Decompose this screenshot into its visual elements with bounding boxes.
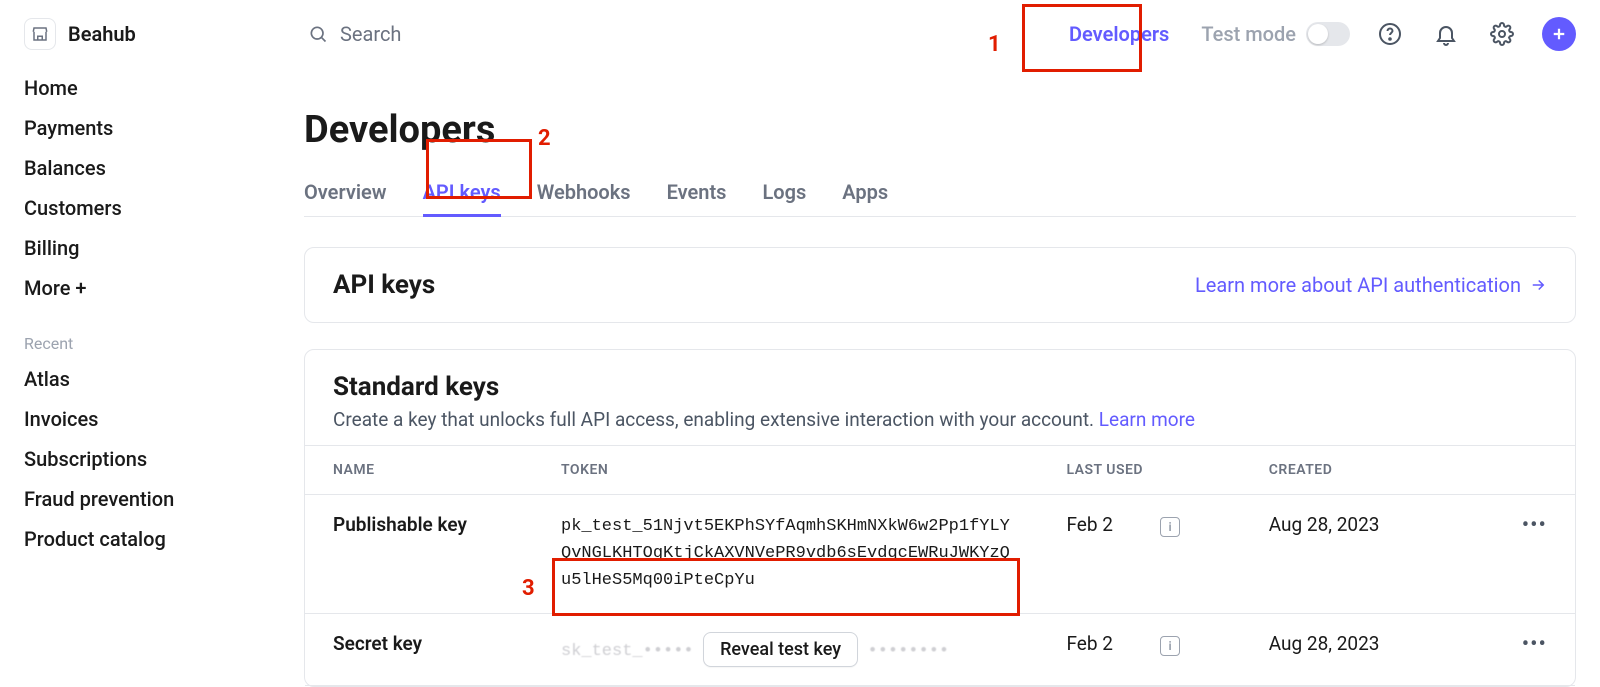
toggle-icon (1306, 22, 1350, 46)
sidebar-recent-atlas[interactable]: Atlas (24, 359, 256, 399)
table-row: Secret key sk_test_••••• Reveal test key… (305, 613, 1575, 685)
key-name: Publishable key (305, 495, 533, 614)
nav-developers[interactable]: Developers (1061, 16, 1177, 52)
search-placeholder: Search (340, 22, 401, 46)
standard-keys-card: Standard keys Create a key that unlocks … (304, 349, 1576, 687)
secret-mask: sk_test_••••• (561, 642, 694, 661)
last-used: Feb 2 i (1038, 613, 1240, 685)
gear-icon[interactable] (1486, 18, 1518, 50)
sidebar-recent-catalog[interactable]: Product catalog (24, 519, 256, 559)
tab-api-keys[interactable]: API keys (423, 170, 501, 217)
sidebar: Home Payments Balances Customers Billing… (0, 68, 280, 687)
col-name: NAME (305, 446, 533, 495)
sidebar-item-balances[interactable]: Balances (24, 148, 256, 188)
tab-events[interactable]: Events (667, 170, 727, 216)
info-icon[interactable]: i (1160, 517, 1180, 537)
sidebar-recent-fraud[interactable]: Fraud prevention (24, 479, 256, 519)
arrow-right-icon (1529, 276, 1547, 294)
brand[interactable]: Beahub (24, 18, 284, 50)
sidebar-item-billing[interactable]: Billing (24, 228, 256, 268)
brand-name: Beahub (68, 22, 136, 46)
tab-logs[interactable]: Logs (762, 170, 806, 216)
keys-table: NAME TOKEN LAST USED CREATED Publishable… (305, 445, 1575, 686)
bell-icon[interactable] (1430, 18, 1462, 50)
tab-apps[interactable]: Apps (842, 170, 888, 216)
sidebar-recent-header: Recent (24, 308, 256, 359)
tab-webhooks[interactable]: Webhooks (537, 170, 631, 216)
help-icon[interactable] (1374, 18, 1406, 50)
sidebar-item-customers[interactable]: Customers (24, 188, 256, 228)
learn-api-auth-link[interactable]: Learn more about API authentication (1195, 273, 1547, 297)
col-last-used: LAST USED (1038, 446, 1240, 495)
key-name: Secret key (305, 613, 533, 685)
more-icon[interactable]: ••• (1522, 513, 1547, 538)
col-token: TOKEN (533, 446, 1038, 495)
reveal-test-key-button[interactable]: Reveal test key (703, 632, 858, 667)
sidebar-item-home[interactable]: Home (24, 68, 256, 108)
tabs: Overview API keys Webhooks Events Logs A… (304, 170, 1576, 217)
search-input[interactable]: Search (308, 22, 1037, 46)
created: Aug 28, 2023 (1241, 495, 1494, 614)
api-keys-card: API keys Learn more about API authentica… (304, 247, 1576, 323)
more-icon[interactable]: ••• (1522, 632, 1547, 657)
created: Aug 28, 2023 (1241, 613, 1494, 685)
sidebar-recent-invoices[interactable]: Invoices (24, 399, 256, 439)
standard-keys-subtitle: Create a key that unlocks full API acces… (333, 408, 1547, 431)
search-icon (308, 24, 328, 44)
info-icon[interactable]: i (1160, 636, 1180, 656)
sidebar-item-payments[interactable]: Payments (24, 108, 256, 148)
test-mode-label: Test mode (1201, 22, 1296, 46)
table-row: Publishable key pk_test_51Njvt5EKPhSYfAq… (305, 495, 1575, 614)
sidebar-item-more[interactable]: More + (24, 268, 256, 308)
store-icon (24, 18, 56, 50)
sidebar-recent-subscriptions[interactable]: Subscriptions (24, 439, 256, 479)
learn-more-link[interactable]: Learn more (1099, 408, 1195, 431)
tab-overview[interactable]: Overview (304, 170, 387, 216)
standard-keys-title: Standard keys (333, 372, 1547, 402)
last-used: Feb 2 i (1038, 495, 1240, 614)
test-mode-toggle[interactable]: Test mode (1201, 22, 1350, 46)
page-title: Developers (304, 108, 1576, 152)
add-button[interactable] (1542, 17, 1576, 51)
api-keys-title: API keys (333, 270, 435, 300)
col-created: CREATED (1241, 446, 1494, 495)
secret-mask: •••••••• (868, 642, 950, 661)
plus-icon (1550, 25, 1568, 43)
publishable-token[interactable]: pk_test_51Njvt5EKPhSYfAqmhSKHmNXkW6w2Pp1… (561, 513, 1010, 595)
